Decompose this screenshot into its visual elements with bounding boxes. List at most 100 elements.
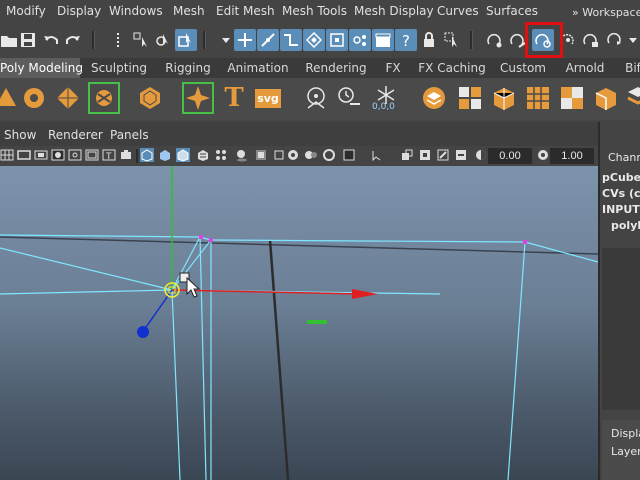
menu-edit-mesh[interactable]: Edit Mesh xyxy=(216,4,275,18)
smooth-shade-icon[interactable] xyxy=(158,148,172,162)
gate-mask-icon[interactable] xyxy=(51,148,65,162)
select-hierarchy-button[interactable] xyxy=(130,29,152,51)
backface-icon[interactable] xyxy=(418,148,432,162)
xray-active-icon[interactable] xyxy=(400,148,414,162)
select-deformations-button[interactable] xyxy=(326,29,348,51)
snap-to-grids-button[interactable] xyxy=(484,29,506,51)
undo-button[interactable] xyxy=(40,29,62,51)
menu-curves[interactable]: Curves xyxy=(437,4,479,18)
tab-sculpting[interactable]: Sculpting xyxy=(82,58,156,78)
shelf-add-divisions-button[interactable] xyxy=(522,82,554,114)
select-joints-button[interactable] xyxy=(257,29,279,51)
wireframe-cube-icon[interactable] xyxy=(140,148,154,162)
depth-of-field-icon[interactable] xyxy=(304,148,318,162)
select-component-button[interactable] xyxy=(175,29,197,51)
lights-icon[interactable] xyxy=(214,148,228,162)
select-surfaces-button[interactable] xyxy=(303,29,325,51)
select-misc-button[interactable]: ? xyxy=(395,29,417,51)
shelf-multi-cut-button[interactable] xyxy=(556,82,588,114)
selected-vertex[interactable] xyxy=(523,240,527,244)
tab-animation[interactable]: Animation xyxy=(220,58,296,78)
menu-display[interactable]: Display xyxy=(57,4,101,18)
object-name[interactable]: pCube3 xyxy=(602,171,640,184)
xray-joints-icon[interactable] xyxy=(370,148,384,162)
hud-icon[interactable] xyxy=(454,148,468,162)
menu-mesh-display[interactable]: Mesh Display xyxy=(354,4,434,18)
select-handles-button[interactable] xyxy=(234,29,256,51)
highlight-selection-button[interactable] xyxy=(441,29,463,51)
shelf-poly-torus-button[interactable] xyxy=(18,82,50,114)
tab-display-layers[interactable]: Displa xyxy=(611,427,640,440)
shelf-center-pivot-button[interactable] xyxy=(300,82,332,114)
select-object-button[interactable] xyxy=(152,29,174,51)
xray-icon[interactable] xyxy=(322,148,336,162)
save-scene-button[interactable] xyxy=(17,29,39,51)
shelf-poly-plane-button[interactable] xyxy=(52,82,84,114)
select-curves-button[interactable] xyxy=(280,29,302,51)
panel-menu-panels[interactable]: Panels xyxy=(110,128,149,142)
grease-pencil-icon[interactable] xyxy=(436,148,450,162)
shelf-bevel-button[interactable] xyxy=(454,82,486,114)
multisample-icon[interactable] xyxy=(286,148,300,162)
film-gate-icon[interactable] xyxy=(17,148,31,162)
3d-viewport[interactable] xyxy=(0,166,598,480)
selected-vertex[interactable] xyxy=(209,238,213,242)
grid-view-icon[interactable] xyxy=(0,148,14,162)
menu-modify[interactable]: Modify xyxy=(6,4,46,18)
isolate-select-icon[interactable] xyxy=(342,148,356,162)
lock-selection-button[interactable] xyxy=(418,29,440,51)
tab-fx-caching[interactable]: FX Caching xyxy=(412,58,492,78)
shelf-target-weld-button[interactable] xyxy=(622,82,640,114)
panel-menu-show[interactable]: Show xyxy=(4,128,36,142)
safe-action-icon[interactable] xyxy=(85,148,99,162)
workspace-selector[interactable]: » Workspace xyxy=(572,6,640,19)
exposure-icon[interactable] xyxy=(474,148,488,162)
shelf-combine-button[interactable] xyxy=(88,82,120,114)
shelf-delete-history-button[interactable] xyxy=(332,82,364,114)
tab-arnold[interactable]: Arnold xyxy=(554,58,616,78)
field-chart-icon[interactable] xyxy=(68,148,82,162)
tab-rendering[interactable]: Rendering xyxy=(298,58,374,78)
selected-vertex[interactable] xyxy=(199,235,203,239)
channel-box-header[interactable]: Chann xyxy=(608,151,640,164)
exposure-field[interactable] xyxy=(488,148,532,164)
wireframe-on-shaded-icon[interactable] xyxy=(176,148,190,162)
tab-bifrost[interactable]: Bif xyxy=(618,58,640,78)
shelf-extrude-button[interactable] xyxy=(418,82,450,114)
shelf-svg-button[interactable]: svg xyxy=(252,82,284,114)
gamma-icon[interactable] xyxy=(536,148,550,162)
panel-menu-renderer[interactable]: Renderer xyxy=(48,128,103,142)
snap-to-view-planes-button[interactable] xyxy=(580,29,602,51)
redo-button[interactable] xyxy=(62,29,84,51)
x-axis-arrow-icon[interactable] xyxy=(352,289,378,299)
shelf-freeze-transform-button[interactable]: 0,0,0 xyxy=(370,82,402,114)
shadows-icon[interactable] xyxy=(234,148,248,162)
menu-layers[interactable]: Layers xyxy=(611,445,640,458)
textured-icon[interactable] xyxy=(196,148,210,162)
input-node-name[interactable]: polyl xyxy=(611,219,640,232)
menu-surfaces[interactable]: Surfaces xyxy=(486,4,538,18)
gamma-field[interactable] xyxy=(550,148,594,164)
menu-mesh[interactable]: Mesh xyxy=(173,4,205,18)
tab-poly-modeling[interactable]: Poly Modeling xyxy=(0,58,83,78)
shelf-slide-edge-button[interactable] xyxy=(590,82,622,114)
camera-icon[interactable] xyxy=(119,148,133,162)
snap-options-dropdown[interactable] xyxy=(622,29,640,51)
shelf-smooth-button[interactable] xyxy=(134,82,166,114)
menu-mesh-tools[interactable]: Mesh Tools xyxy=(282,4,347,18)
tab-rigging[interactable]: Rigging xyxy=(158,58,218,78)
shelf-bridge-button[interactable] xyxy=(488,82,520,114)
select-dynamics-button[interactable] xyxy=(349,29,371,51)
select-menu-button[interactable] xyxy=(107,29,129,51)
shelf-type-button[interactable]: T xyxy=(218,82,250,114)
motion-blur-icon[interactable] xyxy=(272,148,286,162)
z-axis-cone-icon[interactable] xyxy=(137,326,149,338)
plane-handle[interactable] xyxy=(307,320,327,324)
menu-windows[interactable]: Windows xyxy=(109,4,163,18)
safe-title-icon[interactable]: T xyxy=(102,148,116,162)
tab-custom[interactable]: Custom xyxy=(494,58,552,78)
tab-fx[interactable]: FX xyxy=(376,58,410,78)
shelf-sculpt-button[interactable] xyxy=(182,82,214,114)
resolution-gate-icon[interactable] xyxy=(34,148,48,162)
select-rendering-button[interactable] xyxy=(372,29,394,51)
